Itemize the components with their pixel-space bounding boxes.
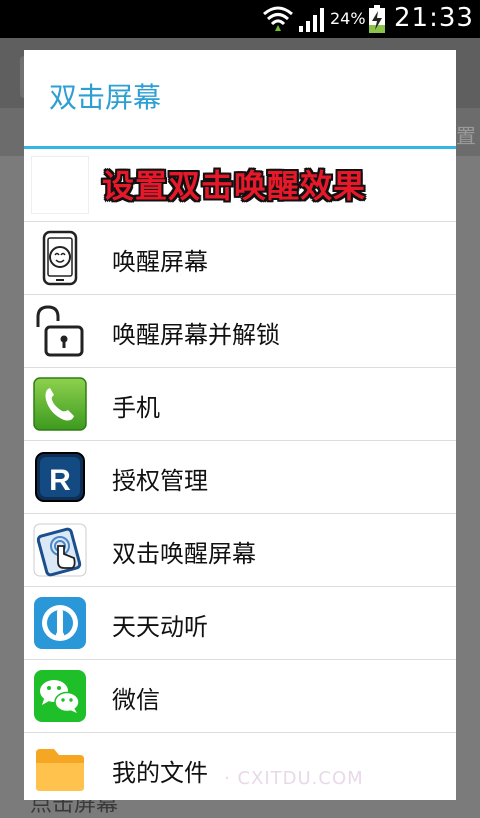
background-bar-text: 置	[456, 124, 476, 148]
wifi-icon	[263, 6, 293, 31]
signal-icon	[299, 8, 324, 32]
list-item-label: 我的文件	[112, 759, 208, 787]
list-item-label: 微信	[112, 686, 160, 714]
double-tap-icon	[33, 523, 87, 577]
list-item-label: 天天动听	[112, 613, 208, 641]
list-item-wake-screen[interactable]: 唤醒屏幕	[24, 222, 456, 295]
authorization-r-icon: R	[35, 452, 85, 502]
list-item-wake-unlock[interactable]: 唤醒屏幕并解锁	[24, 295, 456, 368]
list-item-label: 双击唤醒屏幕	[112, 540, 256, 568]
app-picker-dialog: 双击屏幕 设置双击唤醒效果 唤醒屏幕 唤醒屏幕并解锁 手机 R 授权管理 双击唤…	[24, 50, 456, 800]
status-bar: 24% 21:33	[0, 0, 480, 38]
unlock-icon	[36, 305, 84, 357]
phone-face-icon	[42, 230, 78, 286]
phone-app-icon	[33, 377, 87, 431]
list-item-phone[interactable]: 手机	[24, 368, 456, 441]
list-item-label: 手机	[112, 394, 160, 422]
list-item-music-player[interactable]: 天天动听	[24, 587, 456, 660]
wechat-icon	[34, 670, 86, 722]
list-item-double-tap[interactable]: 双击唤醒屏幕	[24, 514, 456, 587]
watermark: · CXITDU.COM	[224, 768, 364, 789]
dialog-title: 双击屏幕	[24, 50, 456, 149]
folder-icon	[36, 749, 84, 791]
battery-charging-icon	[369, 5, 385, 33]
banner-text: 设置双击唤醒效果	[102, 167, 367, 205]
banner-image	[32, 157, 88, 213]
list-item-label: 唤醒屏幕并解锁	[112, 321, 280, 349]
list-item-authorization[interactable]: R 授权管理	[24, 441, 456, 514]
list-item-label: 授权管理	[112, 467, 208, 495]
battery-percent: 24%	[330, 9, 366, 28]
list-item-label: 唤醒屏幕	[112, 248, 208, 276]
clock: 21:33	[394, 3, 474, 33]
list-item-wechat[interactable]: 微信	[24, 660, 456, 733]
list-item-my-files[interactable]: 我的文件	[24, 733, 456, 800]
dialog-banner: 设置双击唤醒效果	[24, 149, 456, 222]
svg-text:R: R	[49, 464, 71, 497]
music-player-icon	[34, 597, 86, 649]
